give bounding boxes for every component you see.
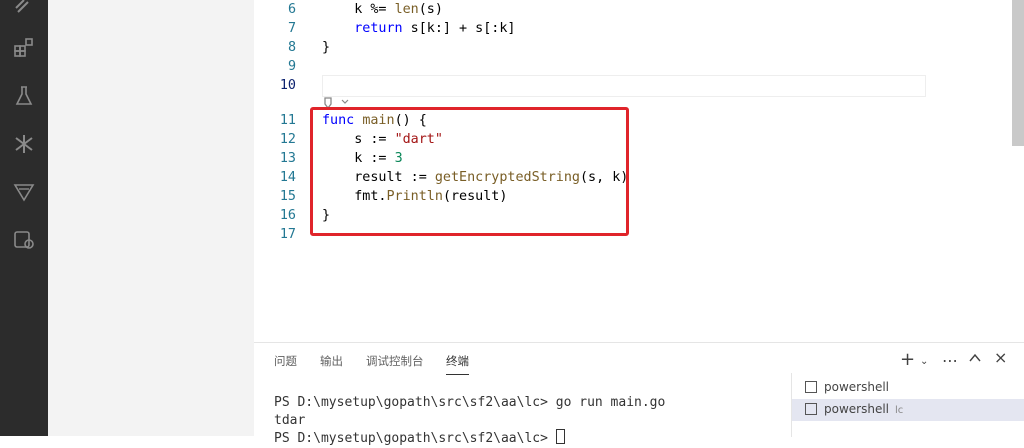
terminal-list: powershell powershell lc [791,373,1024,437]
remote-explorer-icon[interactable] [12,228,36,252]
close-panel-icon[interactable]: × [994,348,1007,367]
line-number: 14 [279,170,296,185]
code-token: s[k:] + s[:k] [402,21,516,36]
tab-output[interactable]: 输出 [320,353,343,369]
code-line[interactable]: } [322,38,330,57]
terminal-icon [805,403,817,415]
code-token: len [394,2,419,17]
terminal-prompt: PS D:\mysetup\gopath\src\sf2\aa\lc> [274,431,556,446]
terminal-label: powershell [824,380,889,394]
flask-icon[interactable] [12,84,36,108]
line-number: 9 [287,59,296,74]
line-number: 11 [279,113,296,128]
chevron-down-icon[interactable]: ⌄ [920,356,928,367]
line-number: 10 [279,78,296,93]
terminal-list-item[interactable]: powershell lc [792,399,1024,421]
triangle-icon[interactable] [12,180,36,204]
terminal-line[interactable]: PS D:\mysetup\gopath\src\sf2\aa\lc> [274,429,565,448]
current-line-highlight [322,75,926,97]
line-number: 7 [287,21,296,36]
line-number: 17 [279,227,296,242]
terminal-line: PS D:\mysetup\gopath\src\sf2\aa\lc> go r… [274,395,666,410]
code-highlight-box [310,107,629,236]
debug-icon[interactable] [12,0,36,18]
code-token: return [354,21,403,36]
more-actions-icon[interactable]: ⋯ [942,351,958,370]
editor-scrollbar[interactable] [1012,0,1024,146]
line-number: 8 [287,40,296,55]
new-terminal-plus-icon[interactable]: + [900,349,915,370]
code-line[interactable]: return s[k:] + s[:k] [322,19,516,38]
terminal-sublabel: lc [895,405,904,416]
activity-bar [0,0,48,436]
terminal-line: tdar [274,413,306,428]
side-panel [48,0,254,436]
tab-terminal[interactable]: 终端 [446,353,469,375]
terminal-label: powershell [824,402,889,416]
code-token: } [322,40,331,55]
terminal-icon [805,381,817,393]
line-number: 6 [287,2,296,17]
line-number: 12 [279,132,296,147]
bottom-panel: 问题 输出 调试控制台 终端 + ⌄ ⋯ × PS D:\mysetup\gop… [254,342,1024,446]
git-graph-icon[interactable] [12,132,36,156]
tab-debug-console[interactable]: 调试控制台 [366,353,424,369]
code-token: k %= [322,2,395,17]
line-number: 16 [279,208,296,223]
code-line[interactable]: k %= len(s) [322,0,443,19]
line-number: 15 [279,189,296,204]
tab-problems[interactable]: 问题 [274,353,297,369]
terminal-cursor [555,429,565,444]
code-token: (s) [418,2,443,17]
terminal-list-item[interactable]: powershell [792,377,1024,399]
maximize-panel-icon[interactable] [968,350,982,369]
line-number: 13 [279,151,296,166]
extensions-icon[interactable] [12,36,36,60]
